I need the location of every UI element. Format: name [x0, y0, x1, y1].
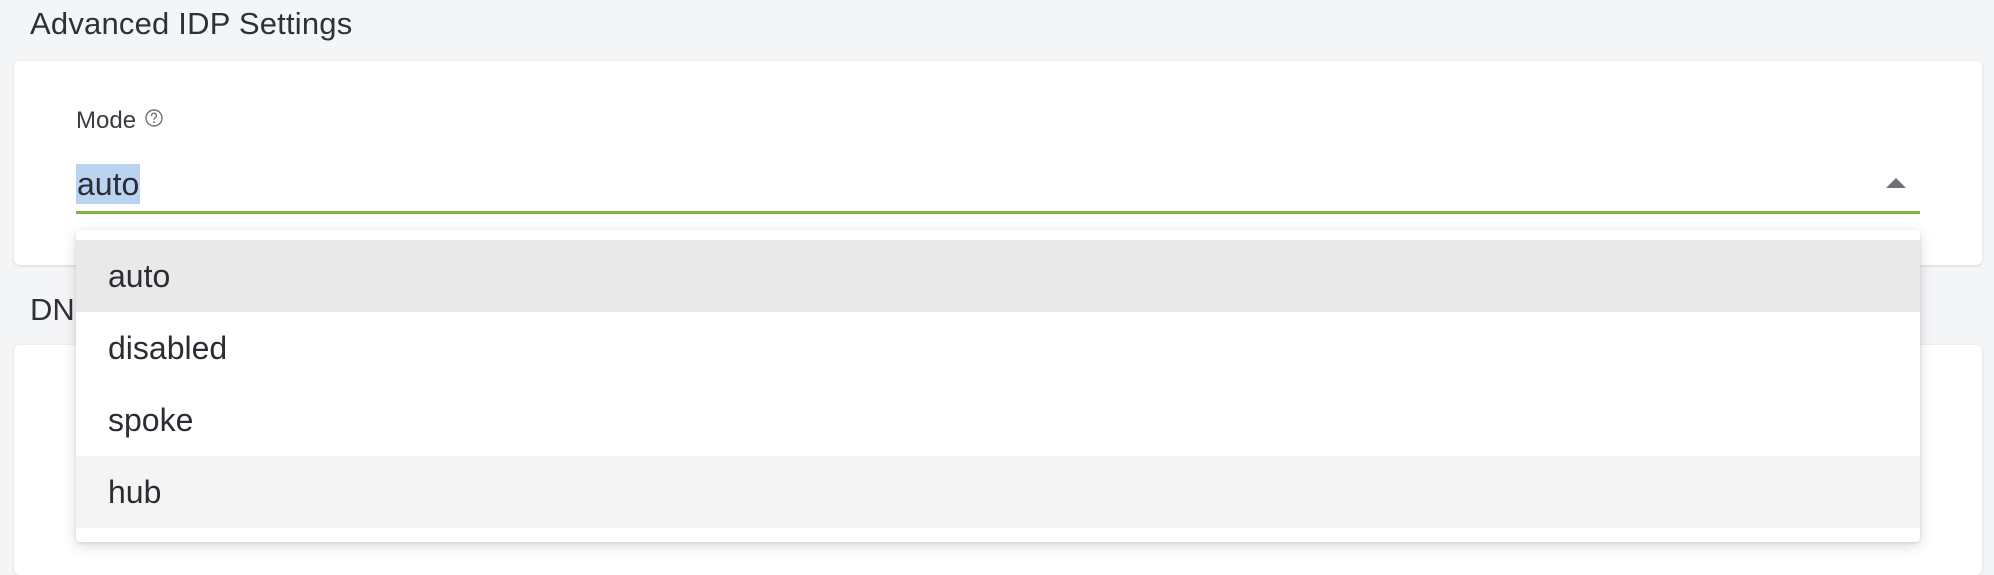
mode-select[interactable]: auto: [76, 158, 1920, 214]
mode-option-auto[interactable]: auto: [76, 240, 1920, 312]
mode-option-disabled[interactable]: disabled: [76, 312, 1920, 384]
section-title-dns: DN: [30, 292, 75, 327]
mode-dropdown-menu: auto disabled spoke hub: [76, 230, 1920, 542]
mode-label-row: Mode: [76, 107, 164, 135]
mode-label: Mode: [76, 107, 137, 134]
mode-option-hub[interactable]: hub: [76, 456, 1920, 528]
caret-up-icon[interactable]: [1886, 178, 1906, 188]
help-circle-icon[interactable]: [144, 107, 164, 127]
mode-select-value[interactable]: auto: [76, 164, 141, 204]
mode-option-spoke[interactable]: spoke: [76, 384, 1920, 456]
section-title-advanced-idp: Advanced IDP Settings: [30, 6, 353, 41]
